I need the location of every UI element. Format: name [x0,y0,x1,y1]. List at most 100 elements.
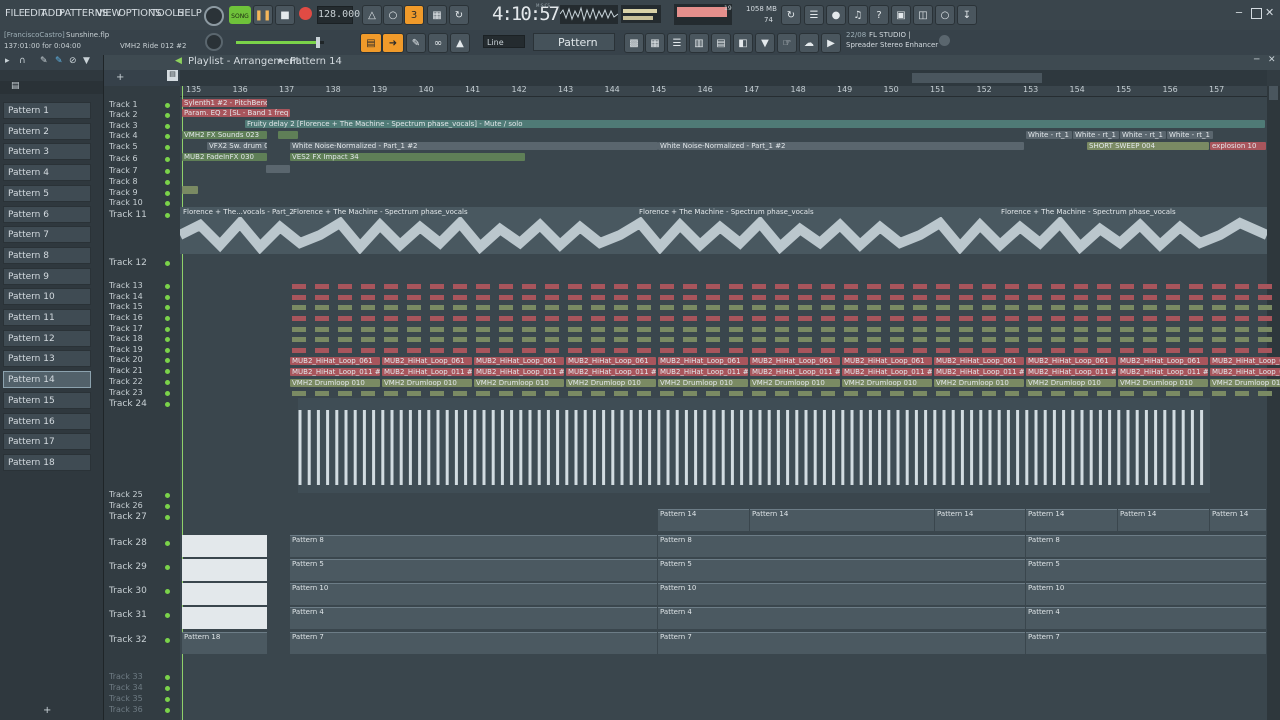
snap-arrow-icon[interactable]: ➜ [382,33,404,53]
note-block[interactable] [936,391,950,396]
note-block[interactable] [1074,305,1088,310]
note-block[interactable] [1005,391,1019,396]
note-block[interactable] [959,295,973,300]
microphone-icon[interactable]: ● [826,5,846,25]
pattern-clip[interactable]: Pattern 10 [290,583,657,605]
note-block[interactable] [591,327,605,332]
touch-icon[interactable]: ☞ [777,33,797,53]
note-block[interactable] [706,348,720,353]
note-block[interactable] [568,284,582,289]
note-block[interactable] [407,327,421,332]
note-block[interactable] [591,348,605,353]
note-block[interactable] [476,391,490,396]
note-block[interactable] [913,295,927,300]
note-block[interactable] [1143,284,1157,289]
note-block[interactable] [522,295,536,300]
step-clip[interactable] [182,607,267,629]
note-block[interactable] [568,337,582,342]
note-block[interactable] [844,316,858,321]
note-block[interactable] [867,391,881,396]
note-block[interactable] [1143,305,1157,310]
track-label[interactable]: Track 28 [109,538,147,548]
note-block[interactable] [407,284,421,289]
chat-icon[interactable]: ○ [935,5,955,25]
note-block[interactable] [729,391,743,396]
loop-clip[interactable]: MUB2_HiHat_Loop_061 [382,357,472,365]
note-block[interactable] [614,391,628,396]
note-block[interactable] [384,305,398,310]
note-block[interactable] [637,295,651,300]
clip-impact[interactable]: VES2 FX Impact 34 [290,153,525,161]
track-mute-led[interactable] [165,708,170,713]
menu-file[interactable]: FILE [5,8,25,19]
note-block[interactable] [292,305,306,310]
loop-clip[interactable]: MUB2_HiHat_Loop_061 [842,357,932,365]
note-block[interactable] [568,391,582,396]
note-block[interactable] [1143,316,1157,321]
note-block[interactable] [361,348,375,353]
note-block[interactable] [913,337,927,342]
loop-clip[interactable]: VMH2 Drumloop 010 [842,379,932,387]
note-block[interactable] [1189,327,1203,332]
note-block[interactable] [844,295,858,300]
note-block[interactable] [706,305,720,310]
pattern-list-item[interactable]: Pattern 18 [3,453,91,471]
note-block[interactable] [407,316,421,321]
note-block[interactable] [338,305,352,310]
pattern-clip[interactable]: Pattern 7 [1026,632,1266,654]
note-block[interactable] [545,327,559,332]
pattern-tool-icon[interactable]: ▤ [167,70,178,81]
note-block[interactable] [476,305,490,310]
plugin-icon[interactable]: ◫ [913,5,933,25]
note-block[interactable] [1120,337,1134,342]
note-block[interactable] [637,327,651,332]
note-block[interactable] [752,305,766,310]
note-block[interactable] [1166,295,1180,300]
loop-clip[interactable]: MUB2_HiHat_Loop_011 #2 [1210,368,1280,376]
note-block[interactable] [453,348,467,353]
note-block[interactable] [1097,284,1111,289]
track-mute-led[interactable] [165,145,170,150]
track-mute-led[interactable] [165,213,170,218]
note-block[interactable] [1097,391,1111,396]
note-block[interactable] [384,316,398,321]
note-block[interactable] [338,348,352,353]
track-label[interactable]: Track 36 [109,705,143,714]
pattern-list-item[interactable]: Pattern 7 [3,226,91,244]
track-mute-led[interactable] [165,169,170,174]
track-label[interactable]: Track 31 [109,610,147,620]
master-volume-slider[interactable] [236,37,324,48]
pattern-list-item[interactable]: Pattern 5 [3,184,91,202]
track-label[interactable]: Track 9 [109,188,138,197]
loop-clip[interactable]: MUB2_HiHat_Loop_011 #2 [658,368,748,376]
note-block[interactable] [798,284,812,289]
browser-arrow-icon[interactable]: ▸ [5,56,10,66]
track-label[interactable]: Track 18 [109,334,143,343]
track-mute-led[interactable] [165,565,170,570]
clip-sw-drum[interactable]: VFX2 Sw. drum 09 [207,142,267,150]
track-mute-led[interactable] [165,697,170,702]
note-block[interactable] [591,337,605,342]
note-block[interactable] [660,391,674,396]
note-block[interactable] [453,305,467,310]
note-block[interactable] [775,391,789,396]
note-block[interactable] [890,348,904,353]
note-block[interactable] [522,391,536,396]
step-edit-icon[interactable]: ▦ [427,5,447,25]
loop-clip[interactable]: MUB2_HiHat_Loop_061 [1026,357,1116,365]
note-block[interactable] [1005,284,1019,289]
note-block[interactable] [453,284,467,289]
pattern-clip[interactable]: Pattern 14 [1118,509,1209,531]
note-block[interactable] [1189,295,1203,300]
note-block[interactable] [1097,305,1111,310]
track-mute-led[interactable] [165,541,170,546]
note-block[interactable] [1235,327,1249,332]
track-mute-led[interactable] [165,358,170,363]
note-block[interactable] [1258,348,1272,353]
note-block[interactable] [1005,327,1019,332]
note-block[interactable] [752,348,766,353]
track-label[interactable]: Track 27 [109,512,147,522]
note-block[interactable] [706,284,720,289]
note-block[interactable] [522,327,536,332]
record-button[interactable] [299,7,312,20]
